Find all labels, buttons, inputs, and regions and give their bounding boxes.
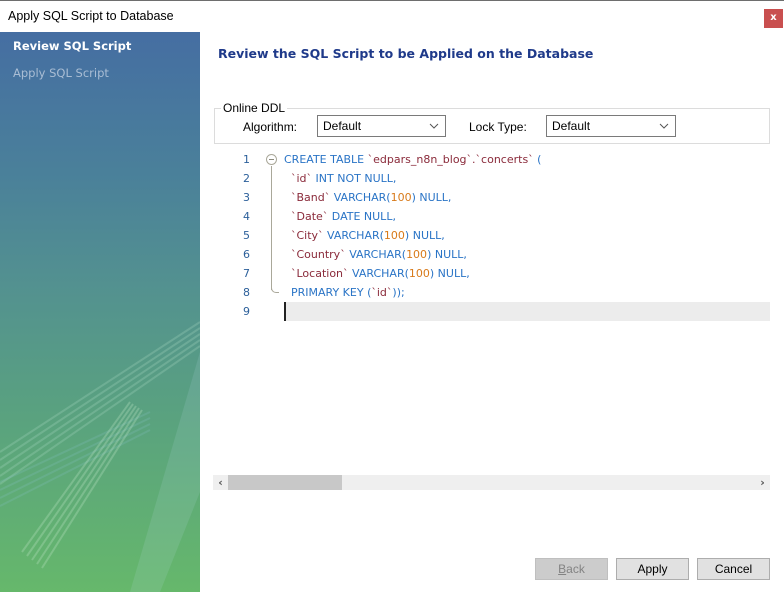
sql-number: 100 [390,191,412,204]
sql-number: 100 [406,248,428,261]
code-line: `Band` VARCHAR(100) NULL, [284,191,451,204]
code-line: `Country` VARCHAR(100) NULL, [284,248,467,261]
window-title: Apply SQL Script to Database [8,9,174,23]
algorithm-label: Algorithm: [243,120,298,134]
fold-guide [271,166,272,290]
line-number: 3 [243,191,250,204]
close-button[interactable]: x [764,9,783,28]
back-button[interactable]: Back [535,558,608,580]
chevron-down-icon [659,123,669,129]
scrollbar-thumb[interactable] [228,475,342,490]
close-icon: x [770,12,777,23]
title-bar: Apply SQL Script to Database x [0,2,784,32]
sql-identifier: `id` [371,286,393,299]
code-line: `id` INT NOT NULL, [284,172,396,185]
chevron-right-icon[interactable]: › [755,475,770,490]
lock-type-select[interactable]: Default [546,115,676,137]
line-number: 8 [243,286,250,299]
back-mnemonic: B [558,562,567,576]
sql-keyword: VARCHAR( [330,191,391,204]
line-number: 4 [243,210,250,223]
sql-keyword: CREATE TABLE [284,153,368,166]
code-line: PRIMARY KEY (`id`)); [284,286,405,299]
code-line: `City` VARCHAR(100) NULL, [284,229,445,242]
lock-type-value: Default [552,119,591,133]
sql-keyword: ) NULL, [411,191,452,204]
chevron-left-icon[interactable]: ‹ [213,475,228,490]
code-line: CREATE TABLE `edpars_n8n_blog`.`concerts… [284,153,541,166]
sql-identifier: `Location` [284,267,349,280]
algorithm-select[interactable]: Default [317,115,446,137]
online-ddl-legend: Online DDL [221,101,288,115]
sql-keyword: ) NULL, [404,229,445,242]
apply-button[interactable]: Apply [616,558,689,580]
fold-guide-end [271,286,279,293]
sql-identifier: `City` [284,229,324,242]
line-number: 9 [243,305,250,318]
sql-keyword: VARCHAR( [323,229,384,242]
sql-keyword: PRIMARY KEY ( [284,286,372,299]
line-number: 7 [243,267,250,280]
algorithm-value: Default [323,119,362,133]
sql-keyword: ) NULL, [427,248,467,261]
sql-keyword: DATE NULL, [328,210,396,223]
sidebar-item-apply-sql-script: Apply SQL Script [13,66,109,80]
fold-collapse-icon[interactable] [266,154,277,165]
back-label-rest: ack [566,562,585,576]
current-line-highlight [284,302,770,321]
sql-keyword: VARCHAR( [348,267,409,280]
sql-keyword: INT NOT NULL, [312,172,397,185]
sql-number: 100 [383,229,405,242]
sql-keyword: ) NULL, [429,267,470,280]
line-number: 2 [243,172,250,185]
sql-keyword: VARCHAR( [345,248,407,261]
sql-keyword: ( [533,153,542,166]
text-caret [284,302,286,321]
sidebar-item-review-sql-script: Review SQL Script [13,39,132,53]
line-number: 1 [243,153,250,166]
chevron-down-icon [429,123,439,129]
sql-identifier: `Date` [284,210,329,223]
code-line: `Location` VARCHAR(100) NULL, [284,267,470,280]
horizontal-scrollbar[interactable]: ‹ › [213,475,770,490]
sql-identifier: `Country` [284,248,346,261]
page-title: Review the SQL Script to be Applied on t… [218,46,594,61]
line-number: 6 [243,248,250,261]
sql-script-editor[interactable]: 1 2 3 4 5 6 7 8 9 CREATE TABLE `edpars_n8n_blog`… [214,149,770,489]
sql-keyword: )); [392,286,405,299]
code-line: `Date` DATE NULL, [284,210,396,223]
sidebar-decoration [0,321,200,592]
sql-identifier: `edpars_n8n_blog`.`concerts` [367,153,534,166]
apply-sql-script-dialog: Apply SQL Script to Database x Review SQ… [0,0,784,592]
sql-number: 100 [408,267,430,280]
wizard-sidebar: Review SQL Script Apply SQL Script [0,32,200,592]
sql-identifier: `id` [284,172,313,185]
sql-identifier: `Band` [284,191,331,204]
cancel-button[interactable]: Cancel [697,558,770,580]
line-number: 5 [243,229,250,242]
lock-type-label: Lock Type: [469,120,527,134]
